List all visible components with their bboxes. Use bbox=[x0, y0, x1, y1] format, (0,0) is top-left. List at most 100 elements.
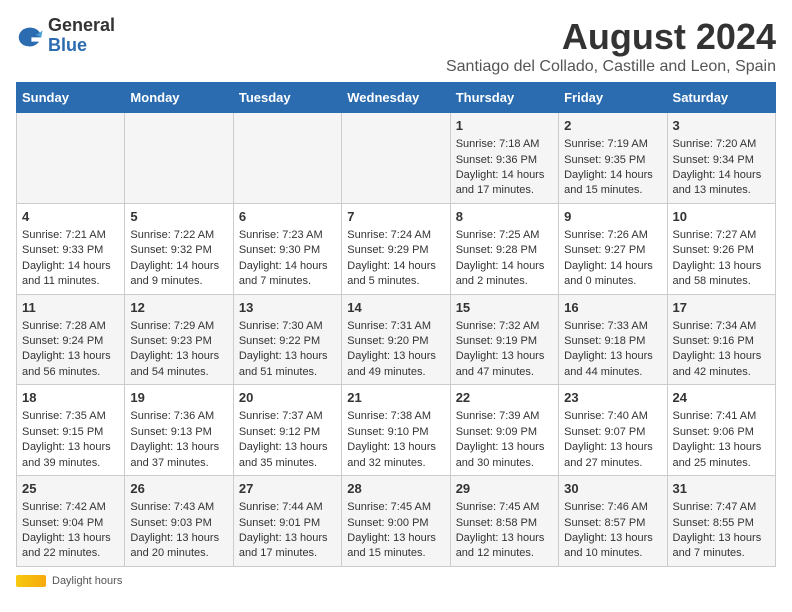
day-info: Sunrise: 7:33 AM bbox=[564, 319, 661, 334]
calendar-week-5: 25Sunrise: 7:42 AMSunset: 9:04 PMDayligh… bbox=[17, 476, 776, 567]
day-number: 6 bbox=[239, 208, 336, 226]
day-info: Sunrise: 7:18 AM bbox=[456, 137, 553, 152]
day-info: Sunrise: 7:31 AM bbox=[347, 319, 444, 334]
subtitle: Santiago del Collado, Castille and Leon,… bbox=[446, 58, 776, 76]
day-info: Sunset: 9:35 PM bbox=[564, 153, 661, 168]
day-info: Sunset: 9:15 PM bbox=[22, 425, 119, 440]
day-info: Daylight: 13 hours and 17 minutes. bbox=[239, 531, 336, 562]
calendar-cell: 26Sunrise: 7:43 AMSunset: 9:03 PMDayligh… bbox=[125, 476, 233, 567]
col-wednesday: Wednesday bbox=[342, 83, 450, 113]
day-info: Sunrise: 7:32 AM bbox=[456, 319, 553, 334]
calendar-cell bbox=[342, 113, 450, 204]
day-info: Daylight: 13 hours and 15 minutes. bbox=[347, 531, 444, 562]
day-info: Daylight: 14 hours and 5 minutes. bbox=[347, 259, 444, 290]
day-number: 19 bbox=[130, 389, 227, 407]
calendar-cell: 6Sunrise: 7:23 AMSunset: 9:30 PMDaylight… bbox=[233, 203, 341, 294]
day-info: Sunset: 8:58 PM bbox=[456, 516, 553, 531]
logo-blue: Blue bbox=[48, 36, 115, 56]
calendar-cell: 31Sunrise: 7:47 AMSunset: 8:55 PMDayligh… bbox=[667, 476, 775, 567]
day-info: Sunrise: 7:20 AM bbox=[673, 137, 770, 152]
calendar-week-4: 18Sunrise: 7:35 AMSunset: 9:15 PMDayligh… bbox=[17, 385, 776, 476]
day-number: 10 bbox=[673, 208, 770, 226]
day-info: Daylight: 13 hours and 30 minutes. bbox=[456, 440, 553, 471]
day-number: 27 bbox=[239, 480, 336, 498]
day-info: Daylight: 14 hours and 9 minutes. bbox=[130, 259, 227, 290]
day-info: Sunset: 9:18 PM bbox=[564, 334, 661, 349]
day-info: Sunrise: 7:42 AM bbox=[22, 500, 119, 515]
day-info: Daylight: 13 hours and 42 minutes. bbox=[673, 349, 770, 380]
day-number: 28 bbox=[347, 480, 444, 498]
day-info: Sunset: 9:36 PM bbox=[456, 153, 553, 168]
day-number: 16 bbox=[564, 299, 661, 317]
col-tuesday: Tuesday bbox=[233, 83, 341, 113]
day-info: Sunset: 9:34 PM bbox=[673, 153, 770, 168]
day-info: Sunrise: 7:38 AM bbox=[347, 409, 444, 424]
logo: General Blue bbox=[16, 16, 115, 56]
day-number: 20 bbox=[239, 389, 336, 407]
footer: Daylight hours bbox=[16, 575, 776, 587]
day-info: Sunrise: 7:19 AM bbox=[564, 137, 661, 152]
day-info: Sunset: 8:57 PM bbox=[564, 516, 661, 531]
calendar-cell: 19Sunrise: 7:36 AMSunset: 9:13 PMDayligh… bbox=[125, 385, 233, 476]
day-info: Sunset: 9:04 PM bbox=[22, 516, 119, 531]
calendar-cell: 10Sunrise: 7:27 AMSunset: 9:26 PMDayligh… bbox=[667, 203, 775, 294]
day-number: 12 bbox=[130, 299, 227, 317]
calendar-table: Sunday Monday Tuesday Wednesday Thursday… bbox=[16, 82, 776, 567]
day-info: Daylight: 13 hours and 58 minutes. bbox=[673, 259, 770, 290]
day-info: Daylight: 13 hours and 47 minutes. bbox=[456, 349, 553, 380]
day-info: Sunrise: 7:22 AM bbox=[130, 228, 227, 243]
day-info: Sunrise: 7:45 AM bbox=[456, 500, 553, 515]
title-section: August 2024 Santiago del Collado, Castil… bbox=[446, 16, 776, 76]
day-info: Daylight: 13 hours and 51 minutes. bbox=[239, 349, 336, 380]
calendar-week-1: 1Sunrise: 7:18 AMSunset: 9:36 PMDaylight… bbox=[17, 113, 776, 204]
calendar-cell: 28Sunrise: 7:45 AMSunset: 9:00 PMDayligh… bbox=[342, 476, 450, 567]
calendar-cell: 2Sunrise: 7:19 AMSunset: 9:35 PMDaylight… bbox=[559, 113, 667, 204]
day-number: 8 bbox=[456, 208, 553, 226]
day-info: Daylight: 14 hours and 17 minutes. bbox=[456, 168, 553, 199]
day-info: Sunrise: 7:25 AM bbox=[456, 228, 553, 243]
day-info: Sunset: 9:32 PM bbox=[130, 243, 227, 258]
day-info: Sunrise: 7:34 AM bbox=[673, 319, 770, 334]
day-info: Sunset: 9:26 PM bbox=[673, 243, 770, 258]
day-info: Sunset: 8:55 PM bbox=[673, 516, 770, 531]
day-info: Sunset: 9:07 PM bbox=[564, 425, 661, 440]
day-number: 13 bbox=[239, 299, 336, 317]
day-info: Sunset: 9:16 PM bbox=[673, 334, 770, 349]
day-info: Daylight: 13 hours and 54 minutes. bbox=[130, 349, 227, 380]
day-number: 9 bbox=[564, 208, 661, 226]
day-info: Sunset: 9:28 PM bbox=[456, 243, 553, 258]
calendar-week-3: 11Sunrise: 7:28 AMSunset: 9:24 PMDayligh… bbox=[17, 294, 776, 385]
day-number: 26 bbox=[130, 480, 227, 498]
day-info: Daylight: 14 hours and 0 minutes. bbox=[564, 259, 661, 290]
calendar-cell: 15Sunrise: 7:32 AMSunset: 9:19 PMDayligh… bbox=[450, 294, 558, 385]
day-number: 15 bbox=[456, 299, 553, 317]
day-number: 24 bbox=[673, 389, 770, 407]
calendar-cell: 12Sunrise: 7:29 AMSunset: 9:23 PMDayligh… bbox=[125, 294, 233, 385]
day-info: Sunset: 9:06 PM bbox=[673, 425, 770, 440]
day-info: Sunrise: 7:35 AM bbox=[22, 409, 119, 424]
day-info: Sunrise: 7:45 AM bbox=[347, 500, 444, 515]
logo-icon bbox=[16, 22, 44, 50]
day-info: Daylight: 13 hours and 25 minutes. bbox=[673, 440, 770, 471]
day-info: Sunrise: 7:24 AM bbox=[347, 228, 444, 243]
calendar-week-2: 4Sunrise: 7:21 AMSunset: 9:33 PMDaylight… bbox=[17, 203, 776, 294]
day-number: 7 bbox=[347, 208, 444, 226]
day-info: Daylight: 13 hours and 44 minutes. bbox=[564, 349, 661, 380]
day-info: Daylight: 13 hours and 56 minutes. bbox=[22, 349, 119, 380]
calendar-cell: 25Sunrise: 7:42 AMSunset: 9:04 PMDayligh… bbox=[17, 476, 125, 567]
calendar-cell: 16 Sunrise: 7:33 AMSunset: 9:18 PMDayligh… bbox=[559, 294, 667, 385]
day-number: 4 bbox=[22, 208, 119, 226]
day-info: Sunrise: 7:26 AM bbox=[564, 228, 661, 243]
day-info: Sunrise: 7:30 AM bbox=[239, 319, 336, 334]
day-number: 2 bbox=[564, 117, 661, 135]
day-info: Sunrise: 7:46 AM bbox=[564, 500, 661, 515]
day-number: 31 bbox=[673, 480, 770, 498]
logo-text: General Blue bbox=[48, 16, 115, 56]
day-info: Daylight: 13 hours and 20 minutes. bbox=[130, 531, 227, 562]
day-info: Sunset: 9:12 PM bbox=[239, 425, 336, 440]
col-friday: Friday bbox=[559, 83, 667, 113]
logo-general: General bbox=[48, 16, 115, 36]
calendar-cell: 14Sunrise: 7:31 AMSunset: 9:20 PMDayligh… bbox=[342, 294, 450, 385]
day-info: Sunrise: 7:29 AM bbox=[130, 319, 227, 334]
calendar-cell: 24Sunrise: 7:41 AMSunset: 9:06 PMDayligh… bbox=[667, 385, 775, 476]
